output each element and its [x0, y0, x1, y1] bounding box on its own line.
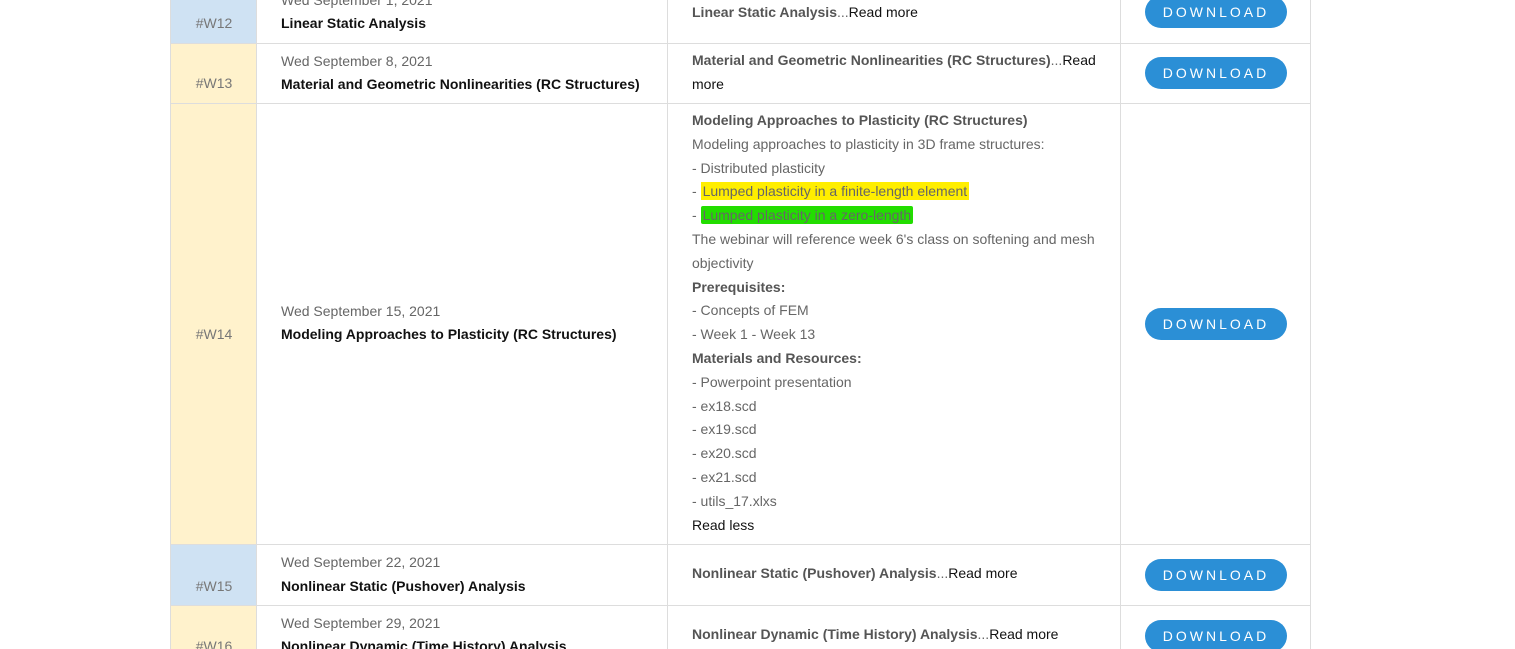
download-button[interactable]: DOWNLOAD: [1145, 559, 1287, 591]
webinar-date: Wed September 29, 2021: [281, 615, 441, 631]
table-row: #W13 Wed September 8, 2021 Material and …: [170, 44, 1311, 104]
table-row: #W12 Wed September 1, 2021 Linear Static…: [170, 0, 1311, 44]
webinar-date: Wed September 1, 2021: [281, 0, 433, 8]
title-cell: Wed September 29, 2021 Nonlinear Dynamic…: [256, 606, 667, 649]
description-cell: Modeling Approaches to Plasticity (RC St…: [667, 104, 1120, 544]
download-button[interactable]: DOWNLOAD: [1145, 308, 1287, 340]
week-id: #W12: [195, 15, 233, 31]
description-summary: Nonlinear Dynamic (Time History) Analysi…: [692, 626, 978, 642]
read-less-link[interactable]: Read less: [692, 517, 754, 533]
download-cell: DOWNLOAD: [1120, 606, 1311, 649]
title-cell: Wed September 15, 2021 Modeling Approach…: [256, 104, 667, 544]
download-button[interactable]: DOWNLOAD: [1145, 0, 1287, 28]
week-id: #W14: [195, 326, 233, 342]
description-heading: Modeling Approaches to Plasticity (RC St…: [692, 112, 1028, 128]
description-text: Nonlinear Dynamic (Time History) Analysi…: [692, 623, 1100, 647]
list-item: - ex21.scd: [692, 468, 757, 485]
webinar-title: Material and Geometric Nonlinearities (R…: [281, 76, 640, 92]
highlighted-text-green: Lumped plasticity in a zero-length: [700, 206, 914, 225]
read-more-link[interactable]: Read more: [849, 4, 918, 20]
description-intro: Modeling approaches to plasticity in 3D …: [692, 135, 1045, 152]
description-note: The webinar will reference week 6's clas…: [692, 230, 1095, 247]
table-row: #W15 Wed September 22, 2021 Nonlinear St…: [170, 545, 1311, 606]
download-button[interactable]: DOWNLOAD: [1145, 620, 1287, 649]
list-item: - ex19.scd: [692, 421, 757, 438]
webinar-title: Nonlinear Dynamic (Time History) Analysi…: [281, 638, 567, 649]
webinar-date: Wed September 8, 2021: [281, 53, 433, 69]
download-cell: DOWNLOAD: [1120, 0, 1311, 43]
description-cell: Linear Static Analysis...Read more: [667, 0, 1120, 43]
table-row: #W14 Wed September 15, 2021 Modeling App…: [170, 104, 1311, 545]
week-id-cell: #W15: [170, 545, 256, 605]
week-id-cell: #W13: [170, 44, 256, 103]
webinar-title: Modeling Approaches to Plasticity (RC St…: [281, 326, 617, 342]
title-cell: Wed September 1, 2021 Linear Static Anal…: [256, 0, 667, 43]
description-text: Nonlinear Static (Pushover) Analysis...R…: [692, 562, 1100, 586]
download-cell: DOWNLOAD: [1120, 104, 1311, 544]
week-id-cell: #W14: [170, 104, 256, 544]
list-item: - Week 1 - Week 13: [692, 326, 816, 343]
description-text: Linear Static Analysis...Read more: [692, 1, 1100, 25]
list-item: - utils_17.xlxs: [692, 492, 777, 509]
ellipsis: ...: [936, 565, 949, 581]
description-summary: Nonlinear Static (Pushover) Analysis: [692, 565, 937, 581]
prerequisites-heading: Prerequisites:: [692, 278, 786, 295]
description-cell: Nonlinear Dynamic (Time History) Analysi…: [667, 606, 1120, 649]
description-summary: Linear Static Analysis: [692, 4, 837, 20]
description-cell: Nonlinear Static (Pushover) Analysis...R…: [667, 545, 1120, 605]
title-cell: Wed September 22, 2021 Nonlinear Static …: [256, 545, 667, 605]
description-text: Modeling Approaches to Plasticity (RC St…: [692, 109, 1100, 537]
read-more-link[interactable]: Read more: [948, 565, 1017, 581]
list-item: - Concepts of FEM: [692, 302, 809, 319]
week-id: #W13: [195, 75, 233, 91]
table-row: #W16 Wed September 29, 2021 Nonlinear Dy…: [170, 606, 1311, 649]
title-cell: Wed September 8, 2021 Material and Geome…: [256, 44, 667, 103]
week-id: #W15: [195, 578, 233, 594]
webinar-date: Wed September 15, 2021: [281, 303, 441, 319]
description-cell: Material and Geometric Nonlinearities (R…: [667, 44, 1120, 103]
description-summary: Material and Geometric Nonlinearities (R…: [692, 52, 1051, 68]
materials-heading: Materials and Resources:: [692, 349, 862, 366]
list-item: - Lumped plasticity in a finite-length e…: [692, 180, 1100, 204]
download-button[interactable]: DOWNLOAD: [1145, 57, 1287, 89]
week-id-cell: #W12: [170, 0, 256, 43]
download-cell: DOWNLOAD: [1120, 545, 1311, 605]
webinar-date: Wed September 22, 2021: [281, 554, 441, 570]
week-id-cell: #W16: [170, 606, 256, 649]
highlighted-text-yellow: Lumped plasticity in a finite-length ele…: [700, 182, 970, 201]
ellipsis: ...: [1050, 52, 1063, 68]
list-item: - ex20.scd: [692, 445, 757, 462]
ellipsis: ...: [836, 4, 849, 20]
bullet-prefix: -: [692, 183, 701, 200]
week-id: #W16: [195, 638, 233, 649]
description-note: objectivity: [692, 254, 754, 271]
description-text: Material and Geometric Nonlinearities (R…: [692, 49, 1100, 97]
webinar-title: Nonlinear Static (Pushover) Analysis: [281, 578, 526, 594]
ellipsis: ...: [977, 626, 990, 642]
list-item: - Distributed plasticity: [692, 159, 826, 176]
read-more-link-part2[interactable]: more: [692, 76, 724, 92]
list-item: - ex18.scd: [692, 397, 757, 414]
webinar-title: Linear Static Analysis: [281, 15, 426, 31]
bullet-prefix: -: [692, 207, 701, 224]
webinar-schedule-table: #W12 Wed September 1, 2021 Linear Static…: [170, 0, 1311, 649]
list-item: - Powerpoint presentation: [692, 373, 852, 390]
read-more-link[interactable]: Read more: [989, 626, 1058, 642]
list-item: - Lumped plasticity in a zero-length: [692, 204, 1100, 228]
read-more-link-part1[interactable]: Read: [1062, 52, 1095, 68]
download-cell: DOWNLOAD: [1120, 44, 1311, 103]
